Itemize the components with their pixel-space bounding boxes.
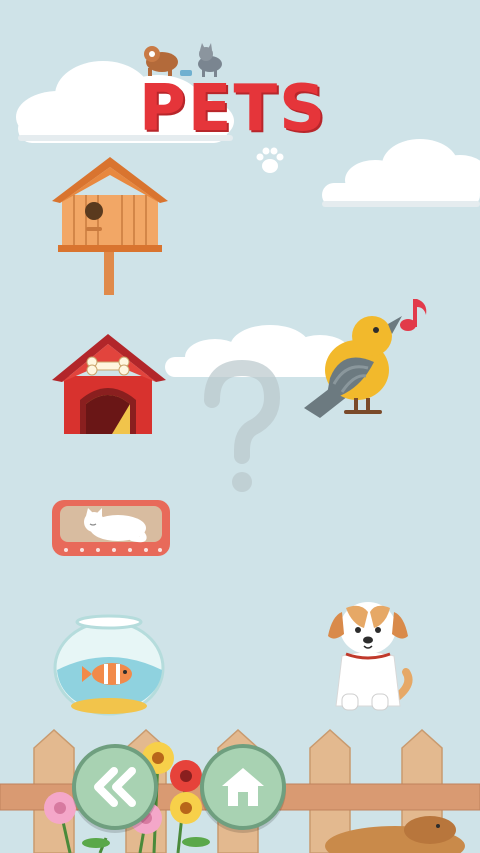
music-note-icon [400, 299, 427, 331]
cat-bed-icon[interactable] [52, 496, 170, 558]
page-title: PETS [138, 72, 328, 146]
fishbowl-icon[interactable] [52, 612, 167, 717]
back-button[interactable] [72, 744, 158, 830]
home-icon [222, 768, 264, 806]
question-mark-icon [204, 360, 280, 492]
sleeping-dog-icon [325, 816, 465, 853]
doghouse-icon[interactable] [52, 332, 167, 437]
birdhouse-icon[interactable] [52, 155, 170, 297]
bird-icon[interactable] [302, 300, 402, 420]
double-chevron-left-icon [94, 767, 136, 807]
dog-icon[interactable] [320, 598, 414, 718]
home-button[interactable] [200, 744, 286, 830]
cloud-right [322, 139, 480, 207]
paw-icon [256, 147, 284, 173]
